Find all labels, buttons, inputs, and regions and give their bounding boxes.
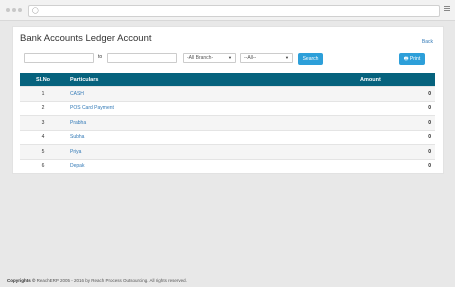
row-amount: 0 bbox=[356, 144, 435, 159]
print-button[interactable]: 🖶 Print bbox=[399, 53, 425, 65]
page-icon: ◯ bbox=[32, 8, 39, 14]
row-no: 2 bbox=[20, 100, 66, 116]
particulars-link[interactable]: Prabha bbox=[70, 120, 86, 126]
row-no: 5 bbox=[20, 144, 66, 159]
address-bar[interactable]: ◯ bbox=[28, 5, 440, 17]
row-no: 3 bbox=[20, 115, 66, 130]
row-amount: 0 bbox=[356, 115, 435, 130]
printer-icon: 🖶 bbox=[403, 56, 409, 62]
particulars-link[interactable]: Depak bbox=[70, 163, 84, 169]
ledger-panel: Bank Accounts Ledger Account Back to -Al… bbox=[12, 26, 444, 174]
particulars-link[interactable]: Subha bbox=[70, 134, 84, 140]
table-row: 2 POS Card Payment 0 bbox=[20, 100, 435, 116]
type-select[interactable]: --All-- ▼ bbox=[240, 53, 293, 63]
row-amount: 0 bbox=[356, 158, 435, 173]
particulars-link[interactable]: Priya bbox=[70, 149, 81, 155]
column-header-particulars: Particulars bbox=[66, 73, 356, 87]
row-no: 1 bbox=[20, 86, 66, 101]
back-link[interactable]: Back bbox=[422, 39, 433, 45]
window-dot-icon bbox=[18, 8, 22, 12]
row-no: 4 bbox=[20, 129, 66, 145]
caret-down-icon: ▼ bbox=[228, 55, 232, 60]
to-date-input[interactable] bbox=[107, 53, 177, 63]
page-title: Bank Accounts Ledger Account bbox=[20, 33, 152, 44]
browser-toolbar: ◯ bbox=[0, 0, 455, 21]
window-dot-icon bbox=[6, 8, 10, 12]
table-header-row: Sl.No Particulars Amount bbox=[20, 73, 435, 87]
footer-copyright-label: Copyrights © bbox=[7, 278, 36, 283]
footer-text: ReachERP 2005 - 2016 by Reach Process Ou… bbox=[35, 278, 187, 283]
ledger-table: Sl.No Particulars Amount 1 CASH 0 2 POS … bbox=[20, 73, 435, 173]
branch-select-value: -All Branch- bbox=[187, 55, 214, 61]
table-row: 1 CASH 0 bbox=[20, 86, 435, 101]
row-amount: 0 bbox=[356, 100, 435, 116]
table-row: 3 Prabha 0 bbox=[20, 115, 435, 130]
table-row: 5 Priya 0 bbox=[20, 144, 435, 159]
branch-select[interactable]: -All Branch- ▼ bbox=[183, 53, 236, 63]
table-row: 4 Subha 0 bbox=[20, 129, 435, 145]
row-no: 6 bbox=[20, 158, 66, 173]
from-date-input[interactable] bbox=[24, 53, 94, 63]
table-row: 6 Depak 0 bbox=[20, 158, 435, 173]
type-select-value: --All-- bbox=[244, 55, 257, 61]
window-dot-icon bbox=[12, 8, 16, 12]
row-amount: 0 bbox=[356, 86, 435, 101]
column-header-no: Sl.No bbox=[20, 73, 66, 87]
to-label: to bbox=[98, 54, 103, 60]
hamburger-icon[interactable] bbox=[444, 5, 450, 13]
row-amount: 0 bbox=[356, 129, 435, 145]
column-header-amount: Amount bbox=[356, 73, 435, 87]
search-button[interactable]: Search bbox=[298, 53, 323, 65]
caret-down-icon: ▼ bbox=[285, 55, 289, 60]
particulars-link[interactable]: CASH bbox=[70, 91, 84, 97]
print-button-label: Print bbox=[409, 56, 421, 62]
footer: Copyrights © ReachERP 2005 - 2016 by Rea… bbox=[7, 278, 187, 283]
particulars-link[interactable]: POS Card Payment bbox=[70, 105, 114, 111]
